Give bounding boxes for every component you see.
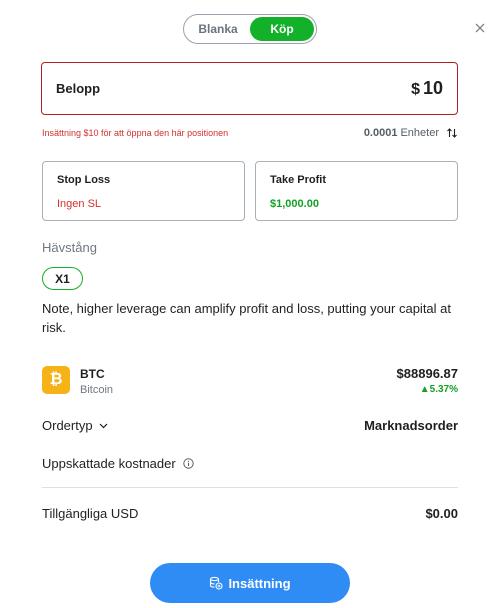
take-profit-title: Take Profit <box>270 174 327 186</box>
stop-loss-title: Stop Loss <box>57 174 111 186</box>
estimated-costs-label: Uppskattade kostnader <box>42 456 176 471</box>
asset-price: $88896.87 <box>396 366 458 381</box>
estimated-costs: Uppskattade kostnader <box>42 456 194 471</box>
units-value: 0.0001 <box>363 127 398 139</box>
asset-name: Bitcoin <box>80 384 114 396</box>
units-label: Enheter <box>400 127 439 139</box>
amount-value[interactable]: 10 <box>423 78 443 99</box>
up-arrow-icon: ▲ <box>419 384 430 395</box>
bitcoin-icon: ₿ <box>42 366 70 394</box>
stop-loss-value: Ingen SL <box>57 198 102 210</box>
amount-value-group: $ 10 <box>411 78 443 99</box>
sell-tab[interactable]: Blanka <box>186 17 250 41</box>
available-usd-label: Tillgängliga USD <box>42 506 139 521</box>
amount-currency: $ <box>411 81 420 98</box>
stop-loss-box[interactable]: Stop Loss Ingen SL <box>42 161 245 221</box>
deposit-button-label: Insättning <box>228 575 291 591</box>
asset-symbol: BTC <box>80 367 105 381</box>
available-usd-value: $0.00 <box>425 506 458 521</box>
swap-arrows-icon[interactable] <box>446 127 458 139</box>
deposit-error-message: Insättning $10 för att öppna den här pos… <box>42 128 229 138</box>
divider <box>42 487 458 488</box>
leverage-note: Note, higher leverage can amplify profit… <box>42 301 452 335</box>
deposit-button[interactable]: Insättning <box>150 563 350 603</box>
asset-change: ▲5.37% <box>420 384 458 395</box>
asset-change-value: 5.37% <box>429 384 458 395</box>
close-icon[interactable] <box>472 20 488 36</box>
order-type-value[interactable]: Marknadsorder <box>364 418 458 433</box>
order-type-dropdown[interactable]: Ordertyp <box>42 418 108 433</box>
take-profit-value: $1,000.00 <box>270 198 319 210</box>
chevron-down-icon <box>99 423 108 429</box>
take-profit-box[interactable]: Take Profit $1,000.00 <box>255 161 458 221</box>
leverage-title: Hävstång <box>42 240 97 255</box>
buy-sell-toggle: Blanka Köp <box>183 14 317 44</box>
amount-label: Belopp <box>56 81 101 96</box>
info-icon[interactable] <box>183 458 194 469</box>
order-type-label: Ordertyp <box>42 418 93 433</box>
units-display: 0.0001 Enheter <box>364 127 439 139</box>
coins-icon <box>210 576 223 590</box>
buy-tab[interactable]: Köp <box>250 17 314 41</box>
leverage-option-x1[interactable]: X1 <box>42 267 83 290</box>
amount-field[interactable]: Belopp $ 10 <box>41 62 458 115</box>
